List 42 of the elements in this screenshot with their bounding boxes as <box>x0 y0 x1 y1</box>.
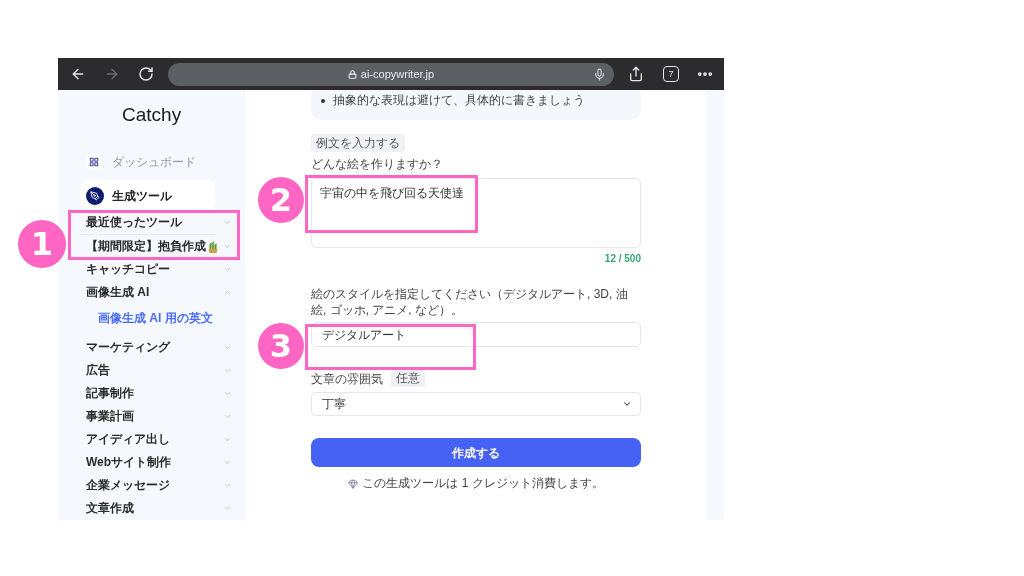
field-label: どんな絵を作りますか？ <box>311 156 443 172</box>
sidebar-category-item[interactable]: 広告 <box>86 364 232 377</box>
logo-text: Catchy <box>121 103 183 127</box>
sidebar-category-item[interactable]: マーケティング <box>86 341 232 354</box>
sidebar-category-item[interactable]: 画像生成 AI <box>86 286 232 299</box>
sidebar-category-item[interactable]: 記事制作 <box>86 387 232 400</box>
input-field[interactable]: デジタルアート <box>311 322 641 347</box>
field-label: 絵のスタイルを指定してください（デジタルアート, 3D, 油絵, ゴッホ, アニメ, など）。 <box>311 286 629 318</box>
select-field[interactable]: 丁寧 <box>311 392 641 416</box>
tip-text: 抽象的な表現は避けて、具体的に書きましょう <box>333 93 585 108</box>
character-counter: 12 / 500 <box>604 253 641 265</box>
microphone-icon[interactable] <box>593 67 606 81</box>
sidebar-category-item[interactable]: Webサイト制作 <box>86 456 232 469</box>
lock-icon <box>347 69 357 79</box>
sidebar-category-item[interactable]: 【期間限定】抱負作成 <box>86 240 232 253</box>
url-text: ai-copywriter.jp <box>360 67 435 81</box>
share-icon[interactable] <box>628 66 644 82</box>
address-bar[interactable]: ai-copywriter.jp <box>168 62 614 86</box>
example-text-button[interactable]: 例文を入力する <box>311 134 405 152</box>
optional-badge: 任意 <box>391 370 425 387</box>
sidebar-category-item[interactable]: 事業計画 <box>86 410 232 423</box>
create-button[interactable]: 作成する <box>311 438 641 467</box>
sidebar-category-item[interactable]: 最近使ったツール <box>86 216 232 229</box>
sidebar-subitem[interactable]: 画像生成 AI 用の英文 <box>98 311 213 325</box>
textarea-field[interactable]: 宇宙の中を飛び回る天使達 <box>311 178 641 248</box>
sidebar-category-item[interactable]: 文章作成 <box>86 502 232 515</box>
step-number-badge: 1 <box>18 220 66 268</box>
grid-icon <box>86 154 102 170</box>
back-icon[interactable] <box>70 66 86 82</box>
reload-icon[interactable] <box>138 66 154 82</box>
chevron-down-icon <box>622 399 632 409</box>
gem-icon <box>348 478 359 489</box>
tab-count-button[interactable]: 7 <box>663 66 679 82</box>
sidebar-category-item[interactable]: 企業メッセージ <box>86 479 232 492</box>
sidebar-category-item[interactable]: アイディア出し <box>86 433 232 446</box>
bamboo-decoration-icon <box>208 240 218 253</box>
bullet-icon <box>321 98 325 103</box>
sidebar-nav-item[interactable]: 生成ツール <box>80 180 215 211</box>
pen-icon <box>86 186 104 205</box>
sidebar-category-item[interactable]: キャッチコピー <box>86 263 232 276</box>
field-label: 文章の雰囲気 <box>311 370 383 387</box>
credit-note: この生成ツールは 1 クレジット消費します。 <box>362 476 604 491</box>
